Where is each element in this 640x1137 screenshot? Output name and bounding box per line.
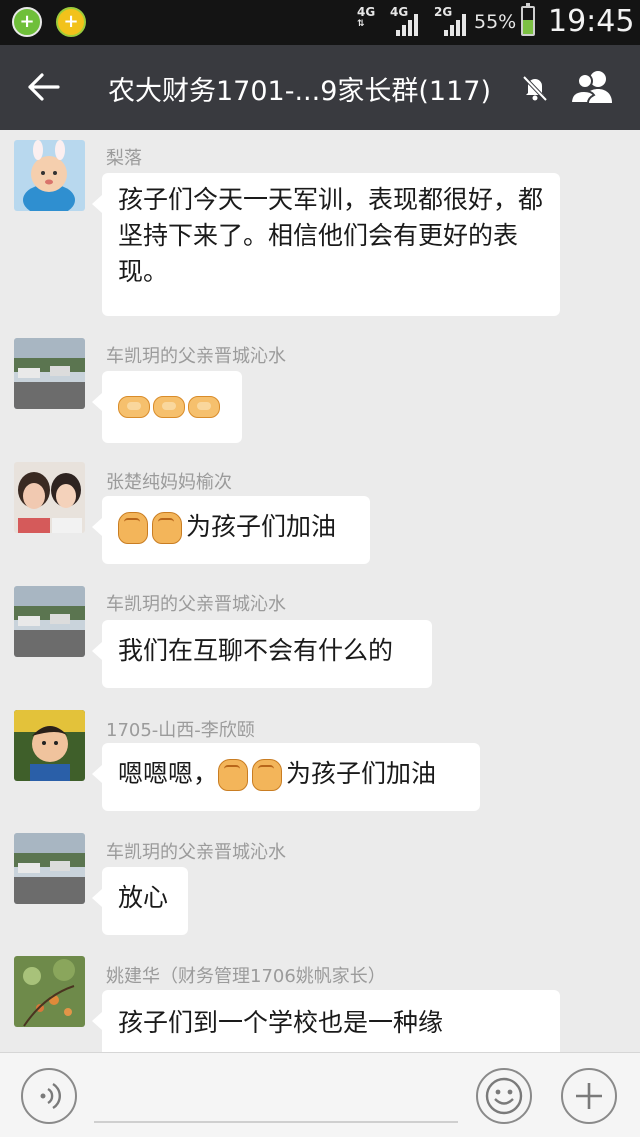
plus-icon[interactable] (561, 1068, 617, 1124)
message-text: 孩子们今天一天军训，表现都很好，都坚持下来了。相信他们会有更好的表现。 (118, 185, 544, 286)
signal-strength-icon (444, 12, 470, 36)
mute-bell-icon (520, 73, 550, 103)
message-bubble[interactable]: 嗯嗯嗯， 为孩子们加油 (92, 743, 480, 811)
status-bar: 4G⇅ 4G 2G 55% 19:45 (0, 0, 640, 45)
message-text: 我们在互聊不会有什么的 (118, 636, 394, 665)
chat-title: 农大财务1701-...9家长群(117) (108, 76, 491, 107)
sender-name: 车凯玥的父亲晋城沁水 (106, 346, 286, 367)
message-input[interactable] (94, 1071, 458, 1123)
handshake-emoji-icon (188, 396, 220, 418)
avatar[interactable] (14, 833, 85, 904)
chat-header: 农大财务1701-...9家长群(117) (0, 45, 640, 130)
network-type-1: 4G ⇅ (357, 5, 376, 29)
message-bubble[interactable]: 为孩子们加油 (92, 496, 370, 564)
sender-name: 姚建华（财务管理1706姚帆家长） (106, 966, 386, 987)
sender-name: 1705-山西-李欣颐 (106, 720, 255, 741)
handshake-emoji-icon (118, 396, 150, 418)
sender-name: 梨落 (106, 148, 142, 169)
battery-percent: 55% (474, 11, 517, 33)
handshake-emoji-icon (153, 396, 185, 418)
message-list[interactable]: 梨落 孩子们今天一天军训，表现都很好，都坚持下来了。相信他们会有更好的表现。 车… (0, 130, 640, 1052)
message-text: 放心 (118, 883, 169, 912)
message-text-prefix: 嗯嗯嗯， (118, 759, 219, 788)
app-notification-icon (56, 7, 86, 37)
fist-emoji-icon (152, 512, 182, 544)
group-members-icon[interactable] (568, 67, 620, 107)
fist-emoji-icon (252, 759, 283, 791)
avatar[interactable] (14, 338, 85, 409)
emoji-face-icon[interactable] (476, 1068, 532, 1124)
back-arrow-icon[interactable] (22, 67, 66, 107)
message-bubble[interactable]: 孩子们到一个学校也是一种缘 (92, 990, 560, 1052)
avatar[interactable] (14, 586, 85, 657)
message-bubble[interactable]: 我们在互聊不会有什么的 (92, 620, 432, 688)
avatar[interactable] (14, 956, 85, 1027)
clock: 19:45 (548, 4, 635, 39)
avatar[interactable] (14, 710, 85, 781)
sender-name: 车凯玥的父亲晋城沁水 (106, 594, 286, 615)
avatar[interactable] (14, 140, 85, 211)
sender-name: 车凯玥的父亲晋城沁水 (106, 842, 286, 863)
message-bubble[interactable]: 孩子们今天一天军训，表现都很好，都坚持下来了。相信他们会有更好的表现。 (92, 173, 560, 316)
message-text: 为孩子们加油 (186, 512, 337, 541)
avatar[interactable] (14, 462, 85, 533)
sender-name: 张楚纯妈妈榆次 (106, 472, 232, 493)
battery-icon (521, 3, 535, 36)
input-bar (0, 1052, 640, 1137)
app-notification-icon (12, 7, 42, 37)
fist-emoji-icon (218, 759, 249, 791)
message-bubble[interactable]: 放心 (92, 867, 188, 935)
network-type-2: 4G (390, 5, 409, 19)
fist-emoji-icon (118, 512, 148, 544)
message-bubble[interactable] (92, 371, 242, 443)
message-text: 为孩子们加油 (286, 759, 437, 788)
voice-icon[interactable] (21, 1068, 77, 1124)
message-text: 孩子们到一个学校也是一种缘 (118, 1008, 444, 1037)
